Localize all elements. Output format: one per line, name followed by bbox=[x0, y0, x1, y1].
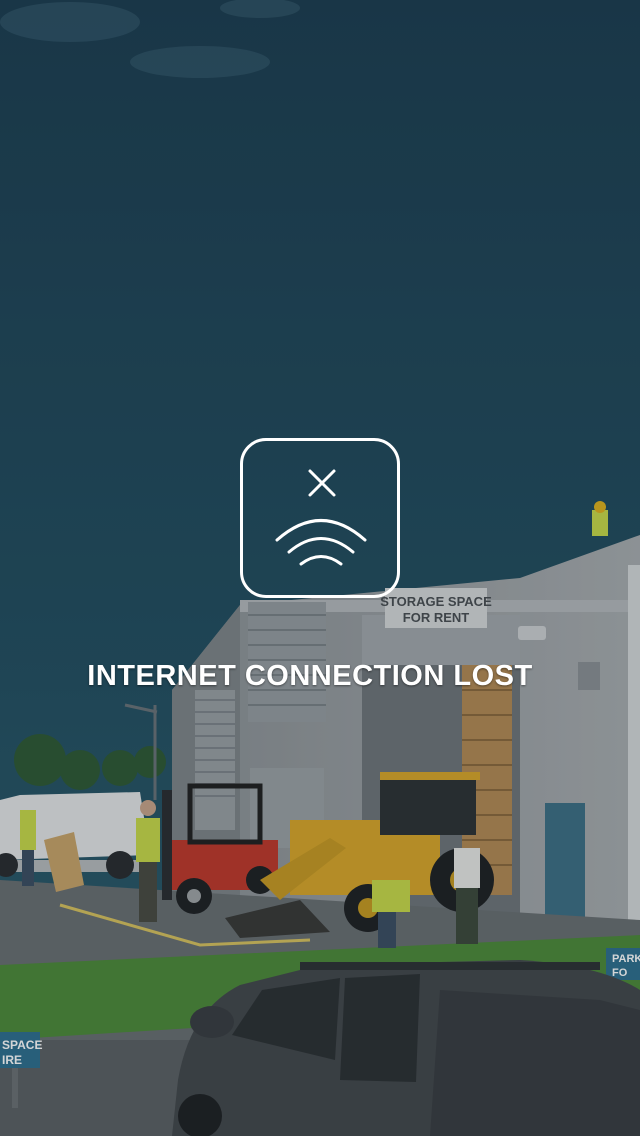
connection-lost-screen: STORAGE SPACE FOR RENT SPACE IRE PARK FO… bbox=[0, 0, 640, 1136]
no-wifi-icon bbox=[240, 438, 400, 598]
connection-lost-message: INTERNET CONNECTION LOST bbox=[87, 660, 533, 692]
